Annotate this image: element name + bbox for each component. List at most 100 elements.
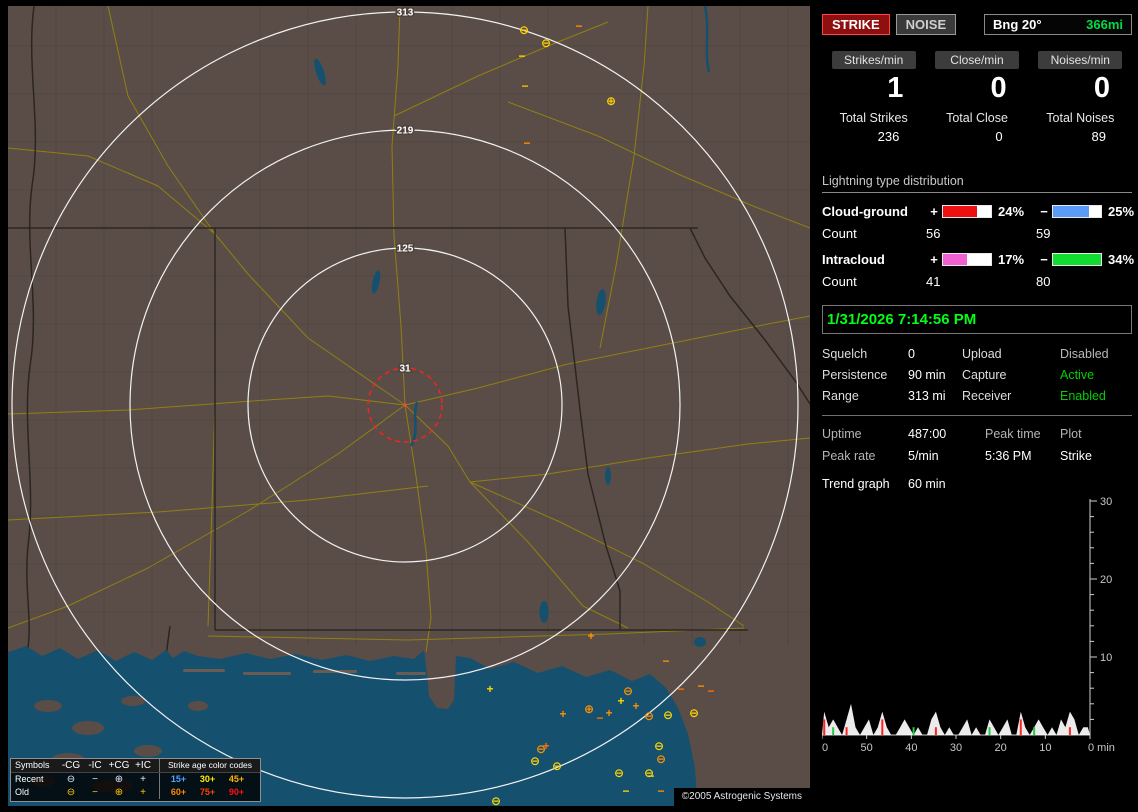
- sensor-marker: [403, 403, 407, 407]
- range-ring-label: 31: [399, 364, 411, 375]
- svg-text:30: 30: [950, 742, 962, 754]
- total-strikes-label: Total Strikes: [822, 111, 925, 125]
- cg-plus-percent: 24%: [992, 204, 1036, 219]
- close-counter: Close/min 0 Total Close 0: [925, 51, 1028, 144]
- svg-text:30: 30: [1100, 497, 1112, 508]
- strike-symbol: −: [523, 136, 530, 150]
- age-code: 90+: [222, 786, 251, 799]
- cg-plus-count: 56: [926, 226, 1036, 241]
- plus-sign: +: [926, 252, 942, 267]
- plus-sign: +: [926, 204, 942, 219]
- cg-plus-bar: [942, 205, 992, 218]
- legend-row-label: Old: [15, 786, 59, 799]
- strike-symbol: ⊕: [584, 702, 594, 716]
- trend-graph-label: Trend graph: [822, 477, 908, 491]
- trend-series: [822, 704, 1090, 735]
- legend-age-codes: 60+ 75+ 90+: [159, 786, 251, 799]
- strike-symbol: ⊕: [606, 94, 616, 108]
- noises-counter: Noises/min 0 Total Noises 89: [1029, 51, 1132, 144]
- intracloud-label: Intracloud: [822, 252, 926, 267]
- strike-symbol: ⊖: [656, 752, 666, 766]
- capture-status: Active: [1060, 368, 1132, 382]
- cloud-ground-label: Cloud-ground: [822, 204, 926, 219]
- county-lines: [8, 6, 810, 646]
- status-panel: STRIKE NOISE Bng 20° 366mi Strikes/min 1…: [818, 8, 1132, 757]
- uptime-label: Uptime: [822, 427, 908, 441]
- strike-symbol: ⊖: [541, 36, 551, 50]
- trend-header: Trend graph 60 min: [822, 477, 1132, 491]
- legend-header-col: +CG: [107, 759, 131, 772]
- legend-age-header: Strike age color codes: [159, 759, 256, 772]
- map-svg: ⊖⊖−−−⊕−++⊖⊖⊖⊖−−−−⊖⊖⊖⊖⊖⊖⊖++⊕++−−⊖−−+ 3132…: [8, 6, 810, 806]
- age-code: 15+: [164, 773, 193, 786]
- legend-header-col: +IC: [131, 759, 155, 772]
- settings-grid: Squelch 0 Upload Disabled Persistence 90…: [822, 347, 1132, 403]
- range-ring-label: 125: [397, 244, 414, 255]
- strike-symbol: +: [587, 629, 594, 643]
- noises-per-min-label: Noises/min: [1038, 51, 1122, 69]
- strike-symbol: −: [575, 19, 582, 33]
- age-code: 60+: [164, 786, 193, 799]
- ic-minus-count: 80: [1036, 274, 1132, 289]
- strike-symbol: ⊖: [663, 708, 673, 722]
- svg-text:40: 40: [905, 742, 917, 754]
- cg-minus-bar-fill: [1053, 206, 1089, 217]
- ic-neg-symbol: −: [83, 773, 107, 786]
- uptime-value: 487:00: [908, 427, 985, 441]
- cg-plus-bar-fill: [943, 206, 977, 217]
- trend-window-value: 60 min: [908, 477, 1132, 491]
- strike-symbol: −: [622, 784, 629, 798]
- ic-plus-bar: [942, 253, 992, 266]
- noise-button[interactable]: NOISE: [896, 14, 956, 35]
- ic-minus-bar: [1052, 253, 1102, 266]
- peak-rate-label: Peak rate: [822, 449, 908, 463]
- strike-symbol: −: [521, 79, 528, 93]
- ic-minus-percent: 34%: [1102, 252, 1134, 267]
- cg-pos-symbol: ⊕: [107, 773, 131, 786]
- ring-labels: 31321912531: [397, 8, 414, 375]
- svg-text:10: 10: [1039, 742, 1051, 754]
- ic-minus-bar-fill: [1053, 254, 1101, 265]
- map-display[interactable]: ⊖⊖−−−⊕−++⊖⊖⊖⊖−−−−⊖⊖⊖⊖⊖⊖⊖++⊕++−−⊖−−+ 3132…: [8, 6, 810, 806]
- cg-neg-symbol: ⊖: [59, 773, 83, 786]
- cg-neg-symbol: ⊖: [59, 786, 83, 799]
- strike-symbol: −: [697, 679, 704, 693]
- strike-symbol: −: [662, 654, 669, 668]
- squelch-label: Squelch: [822, 347, 908, 361]
- strike-symbol: ⊖: [552, 759, 562, 773]
- ic-pos-symbol: +: [131, 773, 155, 786]
- strike-button[interactable]: STRIKE: [822, 14, 890, 35]
- state-borders: [8, 6, 810, 656]
- strike-symbol: +: [605, 706, 612, 720]
- legend-old-row: Old ⊖ − ⊕ + 60+ 75+ 90+: [15, 786, 256, 799]
- distribution-title: Lightning type distribution: [822, 174, 1132, 193]
- peak-time-label: Peak time: [985, 427, 1060, 441]
- ic-plus-count: 41: [926, 274, 1036, 289]
- ic-pos-symbol: +: [131, 786, 155, 799]
- map-legend: Symbols -CG -IC +CG +IC Strike age color…: [10, 758, 261, 802]
- strike-symbol: ⊖: [530, 754, 540, 768]
- strike-symbol: −: [647, 769, 654, 783]
- copyright-notice: ©2005 Astrogenic Systems: [674, 788, 810, 806]
- total-close-label: Total Close: [925, 111, 1028, 125]
- legend-age-codes: 15+ 30+ 45+: [159, 773, 251, 786]
- strike-symbol: ⊖: [689, 706, 699, 720]
- strikes-per-min-value: 1: [822, 72, 925, 104]
- intracloud-count-row: Count 41 80: [822, 274, 1132, 289]
- strike-symbol: ⊖: [519, 23, 529, 37]
- legend-header-col: -CG: [59, 759, 83, 772]
- cloud-ground-count-row: Count 56 59: [822, 226, 1132, 241]
- count-label: Count: [822, 274, 926, 289]
- divider: [822, 415, 1132, 416]
- squelch-value: 0: [908, 347, 962, 361]
- upload-status: Disabled: [1060, 347, 1132, 361]
- strike-symbol: +: [559, 707, 566, 721]
- trend-graph: 1020306050403020100 min: [822, 497, 1134, 757]
- strike-symbol: ⊖: [491, 794, 501, 806]
- strike-symbol: −: [518, 49, 525, 63]
- age-code: 75+: [193, 786, 222, 799]
- count-label: Count: [822, 226, 926, 241]
- total-strikes-value: 236: [822, 129, 925, 144]
- range-setting-label: Range: [822, 389, 908, 403]
- cg-pos-symbol: ⊕: [107, 786, 131, 799]
